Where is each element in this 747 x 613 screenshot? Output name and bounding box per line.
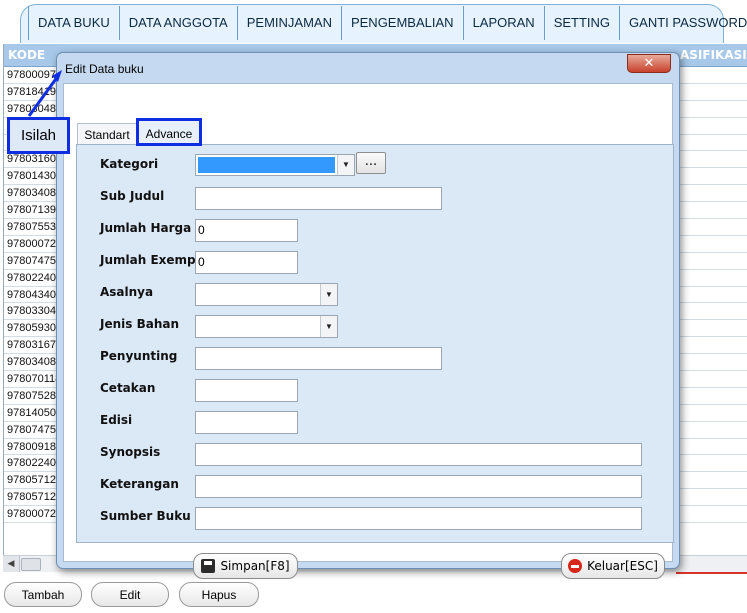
cetakan-input[interactable]: [195, 379, 298, 402]
menu-tab-peminjaman[interactable]: PEMINJAMAN: [238, 6, 342, 40]
jumlah-harga-input[interactable]: 0: [195, 219, 298, 242]
edit-button[interactable]: Edit: [91, 582, 169, 607]
menu-tab-data-anggota[interactable]: DATA ANGGOTA: [120, 6, 238, 40]
kategori-combobox[interactable]: ▼: [195, 154, 355, 176]
label-keterangan: Keterangan: [100, 477, 179, 491]
scroll-thumb[interactable]: [21, 558, 41, 571]
dialog-title: Edit Data buku: [65, 62, 144, 76]
divider-line: [676, 572, 747, 574]
sub-judul-input[interactable]: [195, 187, 442, 210]
tab-standart[interactable]: Standart: [77, 123, 137, 145]
keluar-button[interactable]: Keluar[ESC]: [561, 553, 665, 579]
save-disk-icon: [201, 559, 216, 573]
chevron-down-icon[interactable]: ▼: [320, 316, 337, 337]
kategori-selection: [198, 157, 335, 173]
edit-book-dialog: Edit Data buku ✕ Standart Advance Katego…: [56, 52, 680, 579]
column-header-kode[interactable]: KODE: [8, 48, 45, 62]
edisi-input[interactable]: [195, 411, 298, 434]
simpan-label: Simpan[F8]: [220, 559, 290, 573]
browse-kategori-button[interactable]: ...: [356, 152, 386, 174]
synopsis-input[interactable]: [195, 443, 642, 466]
label-sub-judul: Sub Judul: [100, 189, 165, 203]
tab-advance[interactable]: Advance: [136, 118, 202, 146]
label-sumber-buku: Sumber Buku: [100, 509, 191, 523]
label-jumlah-harga: Jumlah Harga: [100, 221, 192, 235]
keluar-label: Keluar[ESC]: [587, 559, 658, 573]
column-header-klasifikasi[interactable]: ASIFIKASI: [680, 48, 747, 62]
hapus-button[interactable]: Hapus: [179, 582, 259, 607]
dialog-body: Standart Advance Kategori ▼ Sub Judul Ju…: [63, 83, 674, 579]
penyunting-input[interactable]: [195, 347, 442, 370]
menu-tab-data-buku[interactable]: DATA BUKU: [28, 6, 120, 40]
label-synopsis: Synopsis: [100, 445, 161, 459]
label-edisi: Edisi: [100, 413, 133, 427]
jumlah-exemplar-input[interactable]: 0: [195, 251, 298, 274]
keterangan-input[interactable]: [195, 475, 642, 498]
simpan-button[interactable]: Simpan[F8]: [193, 553, 298, 579]
stop-icon: [568, 559, 583, 573]
scroll-left-icon[interactable]: ◀: [3, 556, 20, 572]
sumber-buku-input[interactable]: [195, 507, 642, 530]
label-penyunting: Penyunting: [100, 349, 178, 363]
asalnya-combobox[interactable]: ▼: [195, 283, 338, 306]
annotation-callout: Isilah: [7, 117, 70, 154]
menu-tab-laporan[interactable]: LAPORAN: [464, 6, 545, 40]
menu-tab-ganti-password[interactable]: GANTI PASSWORD: [620, 6, 747, 40]
label-cetakan: Cetakan: [100, 381, 156, 395]
label-jenis-bahan: Jenis Bahan: [100, 317, 180, 331]
chevron-down-icon[interactable]: ▼: [337, 155, 354, 175]
label-asalnya: Asalnya: [100, 285, 154, 299]
tambah-button[interactable]: Tambah: [4, 582, 82, 607]
label-kategori: Kategori: [100, 157, 159, 171]
chevron-down-icon[interactable]: ▼: [320, 284, 337, 305]
menu-tab-pengembalian[interactable]: PENGEMBALIAN: [342, 6, 464, 40]
close-icon[interactable]: ✕: [627, 54, 671, 73]
jenis-bahan-combobox[interactable]: ▼: [195, 315, 338, 338]
advance-panel: Kategori ▼ Sub Judul Jumlah Harga 0 Juml…: [76, 144, 674, 543]
menu-tab-setting[interactable]: SETTING: [545, 6, 621, 40]
main-menu-tabs: DATA BUKU DATA ANGGOTA PEMINJAMAN PENGEMBAL…: [28, 6, 747, 40]
